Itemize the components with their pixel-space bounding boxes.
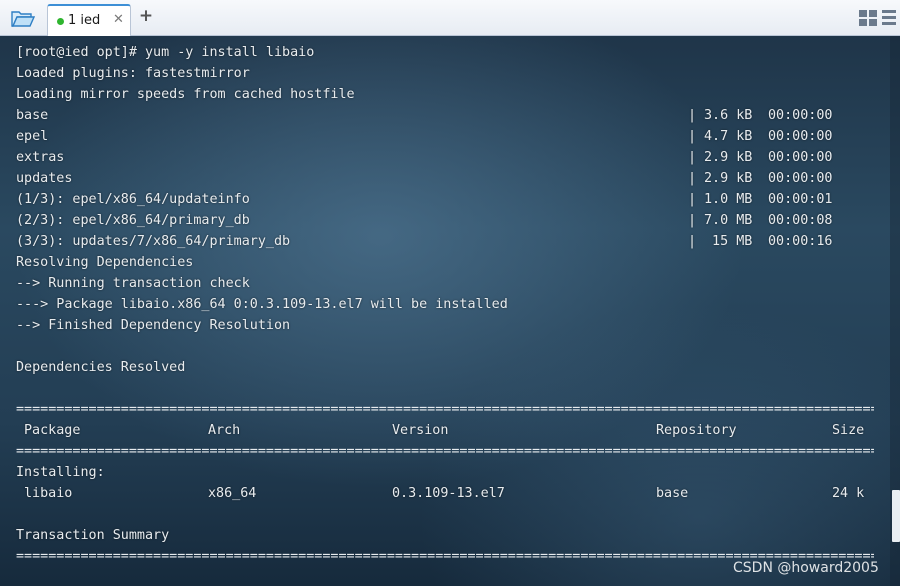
separator-line: ========================================… [16,444,874,459]
grid-layout-icon [859,10,877,26]
download-time: 00:00:00 [768,171,833,186]
layout-grid-button[interactable] [859,10,877,26]
menu-icon [882,10,896,13]
download-time: 00:00:08 [768,213,833,228]
progress-bar: | [688,192,697,207]
progress-bar: | [688,129,697,144]
open-folder-button[interactable] [8,7,38,29]
header-arch: Arch [208,423,241,438]
download-size: 15 MB [704,234,753,249]
watermark: CSDN @howard2005 [733,560,879,576]
transaction-summary-label: Transaction Summary [16,528,170,543]
output-line: Loaded plugins: fastestmirror [16,66,250,81]
download-size: 1.0 MB [704,192,753,207]
row-repository: base [656,486,689,501]
new-tab-button[interactable]: + [136,6,156,26]
repo-name: epel [16,129,49,144]
download-size: 3.6 kB [704,108,753,123]
download-time: 00:00:16 [768,234,833,249]
download-time: 00:00:01 [768,192,833,207]
command-line: [root@ied opt]# yum -y install libaio [16,45,315,60]
download-time: 00:00:00 [768,150,833,165]
download-size: 4.7 kB [704,129,753,144]
installing-label: Installing: [16,465,105,480]
header-version: Version [392,423,449,438]
repo-name: updates [16,171,73,186]
terminal-output[interactable]: [root@ied opt]# yum -y install libaio Lo… [0,36,900,586]
progress-bar: | [688,171,697,186]
row-version: 0.3.109-13.el7 [392,486,505,501]
progress-bar: | [688,213,697,228]
tab-bar: 1 ied ✕ + [0,0,900,36]
header-package: Package [24,423,81,438]
progress-bar: | [688,234,697,249]
row-size: 24 k [832,486,865,501]
repo-name: (1/3): epel/x86_64/updateinfo [16,192,250,207]
download-size: 7.0 MB [704,213,753,228]
separator-line: ========================================… [16,402,874,417]
menu-icon-bar [882,22,896,25]
deps-resolved-line: Dependencies Resolved [16,360,186,375]
close-tab-icon[interactable]: ✕ [113,12,124,27]
header-repository: Repository [656,423,737,438]
scrollbar-thumb[interactable] [892,490,900,542]
session-tab[interactable]: 1 ied ✕ [47,4,131,36]
download-size: 2.9 kB [704,150,753,165]
repo-name: (3/3): updates/7/x86_64/primary_db [16,234,291,249]
progress-bar: | [688,108,697,123]
repo-name: extras [16,150,65,165]
download-time: 00:00:00 [768,129,833,144]
menu-icon-bar [882,16,896,19]
row-arch: x86_64 [208,486,257,501]
output-line: Resolving Dependencies [16,255,194,270]
session-tab-label: 1 ied [68,13,101,28]
connected-status-dot [57,18,64,25]
output-line: --> Running transaction check [16,276,250,291]
repo-name: (2/3): epel/x86_64/primary_db [16,213,250,228]
repo-name: base [16,108,49,123]
output-line: ---> Package libaio.x86_64 0:0.3.109-13.… [16,297,508,312]
download-time: 00:00:00 [768,108,833,123]
download-size: 2.9 kB [704,171,753,186]
folder-open-icon [11,11,35,27]
output-line: --> Finished Dependency Resolution [16,318,291,333]
menu-button[interactable] [881,10,897,26]
row-package: libaio [24,486,73,501]
header-size: Size [832,423,865,438]
progress-bar: | [688,150,697,165]
output-line: Loading mirror speeds from cached hostfi… [16,87,355,102]
